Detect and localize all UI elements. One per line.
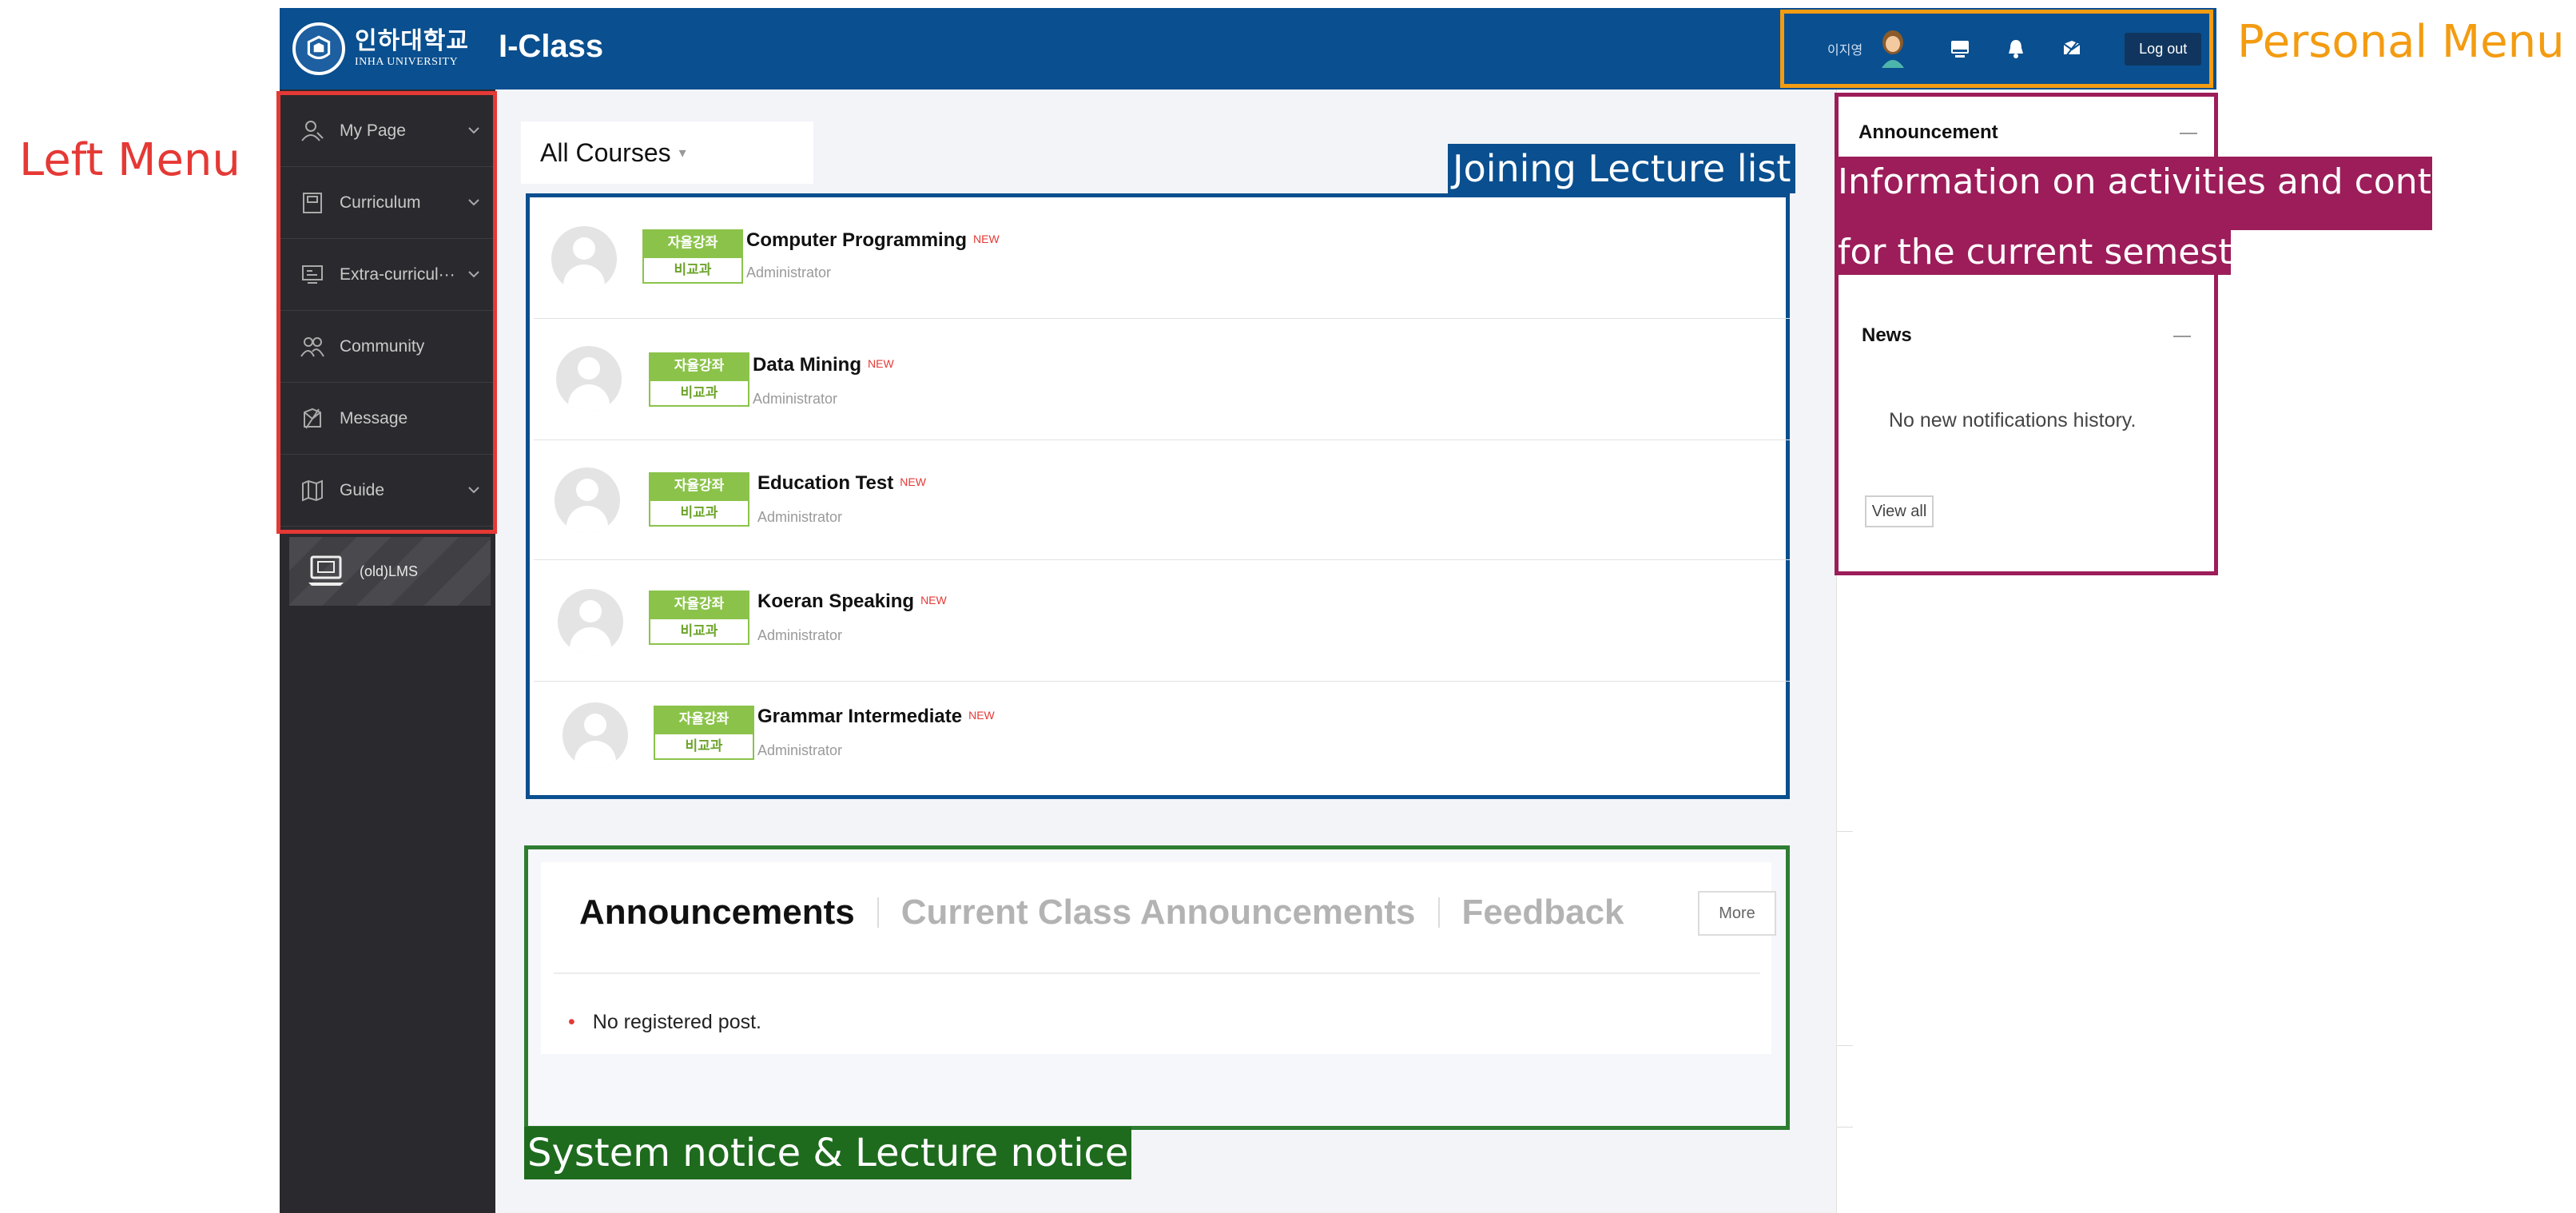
old-lms-label: (old)LMS	[360, 563, 419, 579]
course-title[interactable]: Computer Programming	[746, 229, 967, 251]
bullet-icon: •	[568, 1011, 575, 1033]
new-badge: NEW	[868, 357, 894, 370]
course-item[interactable]: 자율강좌 비교과 Koeran Speaking NEW Administrato…	[534, 560, 1790, 682]
divider	[554, 972, 1760, 974]
badge-category: 비교과	[649, 380, 749, 407]
user-name[interactable]: 이지영	[1827, 39, 1862, 58]
left-menu-highlight	[276, 91, 497, 534]
course-instructor: Administrator	[746, 264, 832, 280]
course-item[interactable]: 자율강좌 비교과 Education Test NEW Administrator	[534, 440, 1790, 560]
joining-lecture-list-annotation: Joining Lecture list	[1448, 144, 1796, 193]
course-item[interactable]: 자율강좌 비교과 Grammar Intermediate NEW Adminis…	[534, 682, 1790, 795]
badge-type: 자율강좌	[649, 472, 749, 499]
system-notice-annotation: System notice & Lecture notice	[524, 1127, 1132, 1179]
personal-menu: 이지영 Log out	[1780, 10, 2213, 88]
course-title[interactable]: Data Mining	[753, 354, 861, 376]
course-instructor: Administrator	[753, 391, 838, 407]
course-avatar	[558, 589, 623, 654]
course-filter-label: All Courses	[540, 137, 671, 167]
monitor-icon[interactable]	[1944, 33, 1976, 65]
new-badge: NEW	[920, 594, 947, 606]
university-name-english: INHA UNIVERSITY	[355, 56, 459, 68]
caret-down-icon: ▾	[678, 144, 686, 161]
course-instructor: Administrator	[757, 627, 843, 643]
course-avatar	[555, 467, 620, 533]
badge-type: 자율강좌	[642, 229, 743, 257]
badge-category: 비교과	[649, 499, 749, 527]
tab-announcements[interactable]: Announcements	[579, 893, 855, 933]
course-filter-dropdown[interactable]: All Courses ▾	[521, 121, 813, 184]
message-icon[interactable]	[2056, 33, 2088, 65]
notice-empty-text: No registered post.	[592, 1011, 761, 1033]
course-badge: 자율강좌 비교과	[649, 472, 749, 527]
list-item: • No registered post.	[568, 1011, 761, 1034]
tab-divider	[1437, 897, 1440, 928]
old-lms-link[interactable]: (old)LMS	[289, 537, 491, 606]
new-badge: NEW	[973, 233, 1000, 245]
badge-category: 비교과	[649, 618, 749, 645]
course-title[interactable]: Grammar Intermediate	[757, 706, 962, 727]
course-badge: 자율강좌 비교과	[649, 591, 749, 645]
semester-info-annotation-line2: for the current semester	[1835, 230, 2268, 275]
laptop-icon	[308, 555, 344, 586]
personal-menu-annotation: Personal Menu	[2237, 16, 2565, 68]
tab-current-class-announcements[interactable]: Current Class Announcements	[901, 893, 1416, 933]
university-seal-icon	[292, 22, 345, 75]
semester-info-annotation-line1: Information on activities and content	[1835, 157, 2489, 230]
bell-icon[interactable]	[2000, 33, 2032, 65]
tab-divider	[877, 897, 879, 928]
new-badge: NEW	[968, 709, 995, 722]
badge-type: 자율강좌	[649, 352, 749, 380]
badge-category: 비교과	[642, 257, 743, 284]
app-title[interactable]: I-Class	[499, 29, 603, 65]
course-avatar	[556, 346, 622, 412]
course-avatar	[551, 226, 617, 292]
logout-button[interactable]: Log out	[2125, 32, 2202, 66]
course-title[interactable]: Koeran Speaking	[757, 591, 914, 612]
university-logo[interactable]: 인하대학교 INHA UNIVERSITY	[292, 22, 469, 75]
badge-category: 비교과	[654, 733, 754, 760]
notice-section: Announcements Current Class Announcement…	[524, 845, 1790, 1130]
course-badge: 자율강좌 비교과	[654, 706, 754, 760]
more-button[interactable]: More	[1698, 891, 1776, 936]
course-instructor: Administrator	[757, 509, 843, 525]
course-badge: 자율강좌 비교과	[649, 352, 749, 407]
course-avatar	[563, 702, 628, 768]
left-menu-annotation: Left Menu	[19, 134, 241, 186]
badge-type: 자율강좌	[654, 706, 754, 733]
new-badge: NEW	[900, 475, 926, 488]
university-name-korean: 인하대학교	[355, 28, 469, 54]
badge-type: 자율강좌	[649, 591, 749, 618]
notice-tabs: Announcements Current Class Announcement…	[579, 893, 1624, 933]
course-title[interactable]: Education Test	[757, 472, 893, 494]
user-avatar-icon[interactable]	[1877, 28, 1909, 70]
notice-panel: Announcements Current Class Announcement…	[541, 862, 1776, 1054]
course-instructor: Administrator	[757, 742, 843, 758]
course-item[interactable]: 자율강좌 비교과 Data Mining NEW Administrator	[534, 319, 1790, 440]
course-item[interactable]: 자율강좌 비교과 Computer Programming NEW Adminis…	[534, 197, 1790, 319]
course-badge: 자율강좌 비교과	[642, 229, 743, 284]
joining-lecture-list: 자율강좌 비교과 Computer Programming NEW Adminis…	[526, 193, 1790, 799]
tab-feedback[interactable]: Feedback	[1462, 893, 1624, 933]
